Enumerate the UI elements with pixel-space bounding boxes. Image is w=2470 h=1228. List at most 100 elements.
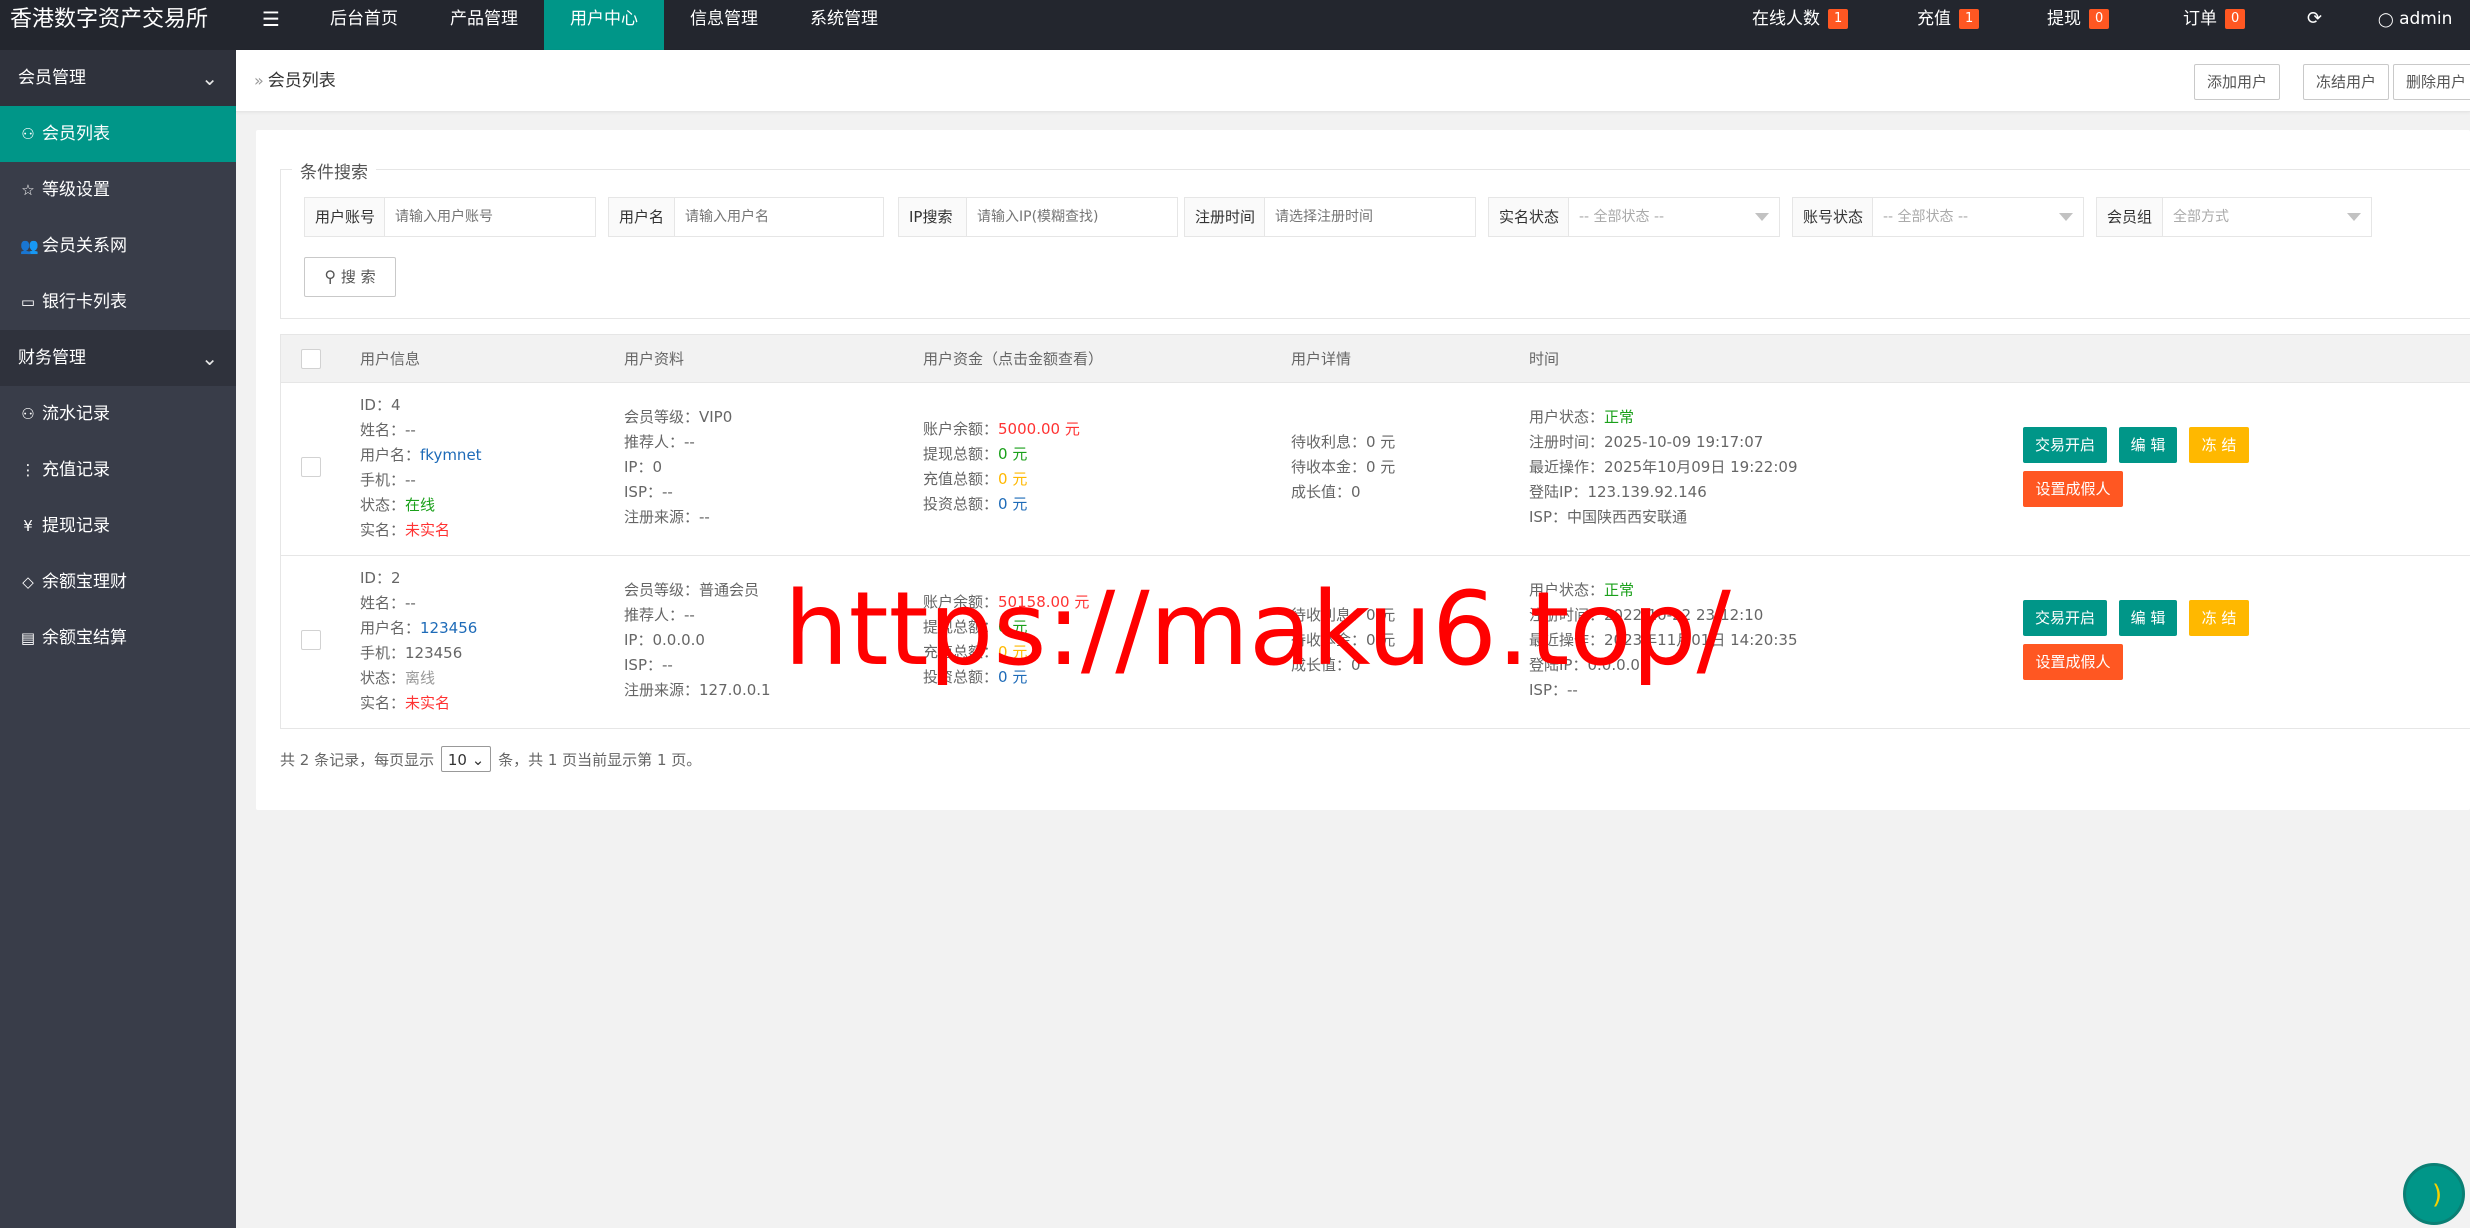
yen-icon: ¥ bbox=[23, 517, 33, 535]
account-status-select[interactable]: -- 全部状态 -- bbox=[1873, 198, 2053, 236]
order-count[interactable]: 订单 0 bbox=[2183, 0, 2246, 40]
row-checkbox[interactable] bbox=[301, 630, 321, 650]
nav-system[interactable]: 系统管理 bbox=[784, 0, 904, 50]
page-size-select[interactable]: 10 ⌄ bbox=[440, 746, 492, 772]
sidebar-group-label: 财务管理 bbox=[18, 348, 86, 368]
account-input[interactable] bbox=[385, 198, 595, 236]
referrer: 推荐人：-- bbox=[624, 433, 695, 451]
sidebar-item-yuebao-settlement[interactable]: ▤ 余额宝结算 bbox=[0, 610, 236, 666]
sidebar-item-flow-records[interactable]: ⚇ 流水记录 bbox=[0, 386, 236, 442]
search-button[interactable]: ⚲ 搜 索 bbox=[304, 257, 396, 297]
sidebar-item-relations[interactable]: 👥 会员关系网 bbox=[0, 218, 236, 274]
user-menu[interactable]: ◯ admin bbox=[2378, 0, 2452, 40]
freeze-button[interactable]: 冻 结 bbox=[2189, 427, 2249, 463]
search-field-realname-status[interactable]: 实名状态 -- 全部状态 -- bbox=[1488, 197, 1780, 237]
reg-time-input[interactable] bbox=[1265, 198, 1475, 236]
search-field-ip: IP搜索 bbox=[898, 197, 1178, 237]
top-navbar: 香港数字资产交易所 ☰ 后台首页 产品管理 用户中心 信息管理 系统管理 在线人… bbox=[0, 0, 2470, 50]
recharge-value[interactable]: 0 元 bbox=[998, 643, 1027, 661]
invest-value[interactable]: 0 元 bbox=[998, 668, 1027, 686]
user-id: ID：2 bbox=[360, 569, 401, 587]
withdraw-count[interactable]: 提现 0 bbox=[2047, 0, 2110, 40]
freeze-user-button[interactable]: 冻结用户 bbox=[2303, 64, 2390, 100]
nav-info[interactable]: 信息管理 bbox=[664, 0, 784, 50]
row-checkbox[interactable] bbox=[301, 457, 321, 477]
sidebar-item-label: 流水记录 bbox=[42, 404, 110, 424]
sidebar-group-finance[interactable]: 财务管理 ⌄ bbox=[0, 330, 236, 386]
member-level: 会员等级：VIP0 bbox=[624, 408, 733, 426]
sidebar-group-members[interactable]: 会员管理 ⌄ bbox=[0, 50, 236, 106]
set-fake-button[interactable]: 设置成假人 bbox=[2023, 644, 2123, 680]
balance-line: 账户余额：50158.00 元 bbox=[923, 590, 1089, 615]
growth-value: 成长值：0 bbox=[1291, 483, 1361, 501]
username-link[interactable]: 123456 bbox=[420, 619, 477, 637]
username-input[interactable] bbox=[675, 198, 883, 236]
recharge-label: 充值总额： bbox=[923, 643, 999, 661]
col-header-user-profile: 用户资料 bbox=[624, 350, 685, 368]
nav-products[interactable]: 产品管理 bbox=[424, 0, 544, 50]
withdraw-value[interactable]: 0 元 bbox=[998, 445, 1027, 463]
floating-chat-button[interactable]: ) bbox=[2403, 1163, 2465, 1225]
online-count[interactable]: 在线人数 1 bbox=[1752, 0, 1849, 40]
menu-toggle-icon[interactable]: ☰ bbox=[252, 0, 290, 40]
withdraw-label: 提现总额： bbox=[923, 445, 999, 463]
member-level: 会员等级：普通会员 bbox=[624, 581, 760, 599]
status-value: 离线 bbox=[405, 669, 436, 687]
search-field-member-group[interactable]: 会员组 全部方式 bbox=[2096, 197, 2372, 237]
field-label: 实名状态 bbox=[1489, 198, 1569, 236]
realname-value: 未实名 bbox=[405, 694, 451, 712]
balance-value[interactable]: 5000.00 元 bbox=[998, 420, 1080, 438]
nav-user-center[interactable]: 用户中心 bbox=[544, 0, 664, 50]
member-group-select[interactable]: 全部方式 bbox=[2163, 198, 2343, 236]
status-label: 状态： bbox=[360, 496, 406, 514]
edit-button[interactable]: 编 辑 bbox=[2119, 427, 2177, 463]
search-field-account: 用户账号 bbox=[304, 197, 596, 237]
user-info-cell: ID：4 姓名：-- 用户名：fkymnet 手机：-- 状态：在线 实名：未实… bbox=[360, 393, 482, 543]
invest-value[interactable]: 0 元 bbox=[998, 495, 1027, 513]
vertical-dots-icon: ⋮ bbox=[20, 461, 36, 479]
recharge-badge: 1 bbox=[1959, 9, 1980, 29]
user-realname: 实名：未实名 bbox=[360, 691, 477, 716]
sidebar-item-level-settings[interactable]: ☆ 等级设置 bbox=[0, 162, 236, 218]
user-phone: 手机：-- bbox=[360, 471, 416, 489]
recharge-count[interactable]: 充值 1 bbox=[1917, 0, 1980, 40]
caret-down-icon bbox=[2059, 213, 2073, 221]
col-header-user-details: 用户详情 bbox=[1291, 350, 1352, 368]
select-all-checkbox[interactable] bbox=[301, 349, 321, 369]
sidebar: 会员管理 ⌄ ⚇ 会员列表 ☆ 等级设置 👥 会员关系网 ▭ 银行卡列表 财务管理 ⌄ … bbox=[0, 50, 236, 1228]
account-status-line: 用户状态：正常 bbox=[1529, 578, 1798, 603]
username-link[interactable]: fkymnet bbox=[420, 446, 482, 464]
withdraw-value[interactable]: 0 元 bbox=[998, 618, 1027, 636]
sidebar-item-yuebao-finance[interactable]: ◇ 余额宝理财 bbox=[0, 554, 236, 610]
field-label: 会员组 bbox=[2097, 198, 2163, 236]
user-funds-cell: 账户余额：5000.00 元 提现总额：0 元 充值总额：0 元 投资总额：0 … bbox=[923, 417, 1080, 517]
user-name: 姓名：-- bbox=[360, 594, 416, 612]
nav-home[interactable]: 后台首页 bbox=[304, 0, 424, 50]
ip-input[interactable] bbox=[967, 198, 1177, 236]
recharge-line: 充值总额：0 元 bbox=[923, 640, 1089, 665]
set-fake-button[interactable]: 设置成假人 bbox=[2023, 471, 2123, 507]
search-button-label: 搜 索 bbox=[340, 268, 376, 286]
search-fieldset bbox=[280, 169, 2470, 319]
edit-button[interactable]: 编 辑 bbox=[2119, 600, 2177, 636]
freeze-button[interactable]: 冻 结 bbox=[2189, 600, 2249, 636]
sidebar-item-recharge-records[interactable]: ⋮ 充值记录 bbox=[0, 442, 236, 498]
sidebar-item-withdraw-records[interactable]: ¥ 提现记录 bbox=[0, 498, 236, 554]
search-field-account-status[interactable]: 账号状态 -- 全部状态 -- bbox=[1792, 197, 2084, 237]
trade-open-button[interactable]: 交易开启 bbox=[2023, 600, 2107, 636]
sidebar-item-label: 会员关系网 bbox=[42, 236, 127, 256]
user-isp: ISP：-- bbox=[624, 483, 673, 501]
refresh-icon[interactable]: ⟳ bbox=[2307, 0, 2322, 40]
member-table: 用户信息 用户资料 用户资金（点击金额查看） 用户详情 时间 ID：4 姓名：-… bbox=[280, 334, 2470, 729]
user-phone: 手机：123456 bbox=[360, 644, 463, 662]
sidebar-item-member-list[interactable]: ⚇ 会员列表 bbox=[0, 106, 236, 162]
recharge-value[interactable]: 0 元 bbox=[998, 470, 1027, 488]
reg-time: 注册时间：2025-10-09 19:17:07 bbox=[1529, 433, 1764, 451]
balance-value[interactable]: 50158.00 元 bbox=[998, 593, 1089, 611]
sidebar-item-bank-cards[interactable]: ▭ 银行卡列表 bbox=[0, 274, 236, 330]
delete-user-button[interactable]: 删除用户 bbox=[2393, 64, 2470, 100]
trade-open-button[interactable]: 交易开启 bbox=[2023, 427, 2107, 463]
account-status-value: 正常 bbox=[1604, 408, 1635, 426]
realname-status-select[interactable]: -- 全部状态 -- bbox=[1569, 198, 1749, 236]
add-user-button[interactable]: 添加用户 bbox=[2194, 64, 2281, 100]
